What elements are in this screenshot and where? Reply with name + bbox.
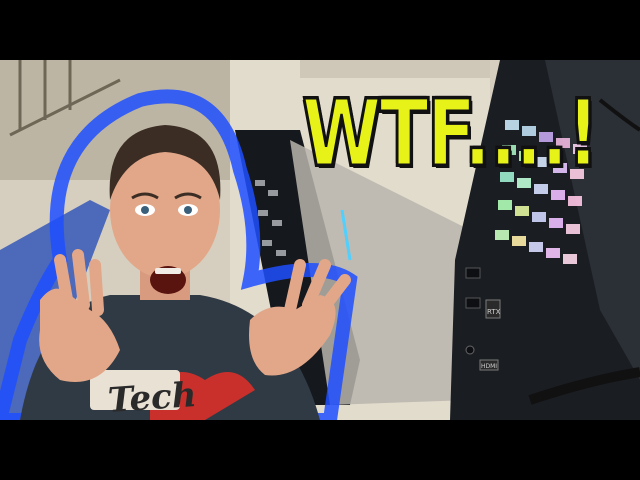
thumbnail-frame: RTX HDMI Tech WTF....! xyxy=(0,0,640,480)
hdmi-label: HDMI xyxy=(481,363,497,370)
wtf-caption: WTF....! xyxy=(301,80,601,187)
ceiling-shelf xyxy=(300,60,490,78)
usb-port-icon xyxy=(465,267,481,279)
usb-port-icon xyxy=(465,297,481,309)
shirt-print-text: Tech xyxy=(106,374,198,422)
rtx-label: RTX xyxy=(487,308,501,316)
left-fingers xyxy=(54,249,104,316)
